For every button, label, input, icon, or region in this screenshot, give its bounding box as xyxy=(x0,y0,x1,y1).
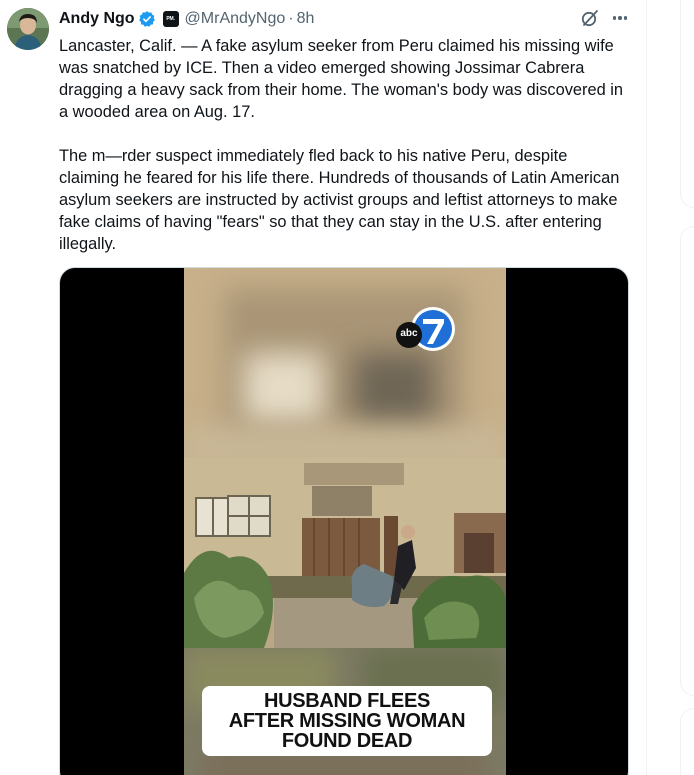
video-scene xyxy=(184,458,506,648)
timestamp[interactable]: 8h xyxy=(297,10,315,28)
caption-line: FOUND DEAD xyxy=(281,730,413,752)
timeline-divider xyxy=(646,0,647,775)
grok-icon[interactable] xyxy=(580,8,600,28)
video-player[interactable]: abc HUSBAND FLEES AFTER MISSING WOMAN FO… xyxy=(59,267,629,775)
video-frame[interactable]: abc HUSBAND FLEES AFTER MISSING WOMAN FO… xyxy=(184,268,506,775)
tweet-header: Andy Ngo PM. @MrAndyNgo · 8h xyxy=(59,8,314,30)
caption-line: HUSBAND FLEES xyxy=(263,690,431,712)
more-options-icon[interactable] xyxy=(610,8,630,28)
tweet-paragraph: Lancaster, Calif. — A fake asylum seeker… xyxy=(59,37,624,121)
sidebar-card xyxy=(680,226,694,696)
tweet-text: Lancaster, Calif. — A fake asylum seeker… xyxy=(59,35,629,255)
blurred-background xyxy=(184,268,506,458)
abc7-logo-text: abc xyxy=(400,328,418,339)
tweet-paragraph: The m—rder suspect immediately fled back… xyxy=(59,147,620,253)
separator-dot: · xyxy=(288,10,294,27)
sidebar-card xyxy=(680,0,694,208)
abc7-logo: abc xyxy=(395,304,457,354)
user-handle[interactable]: @MrAndyNgo xyxy=(185,10,286,28)
avatar[interactable] xyxy=(7,8,49,50)
affiliate-badge[interactable]: PM. xyxy=(162,11,179,27)
sidebar-card xyxy=(680,708,694,775)
caption-line: AFTER MISSING WOMAN xyxy=(228,710,466,732)
news-caption: HUSBAND FLEES AFTER MISSING WOMAN FOUND … xyxy=(202,686,492,756)
display-name[interactable]: Andy Ngo xyxy=(59,10,135,28)
verified-check-icon xyxy=(138,10,156,28)
